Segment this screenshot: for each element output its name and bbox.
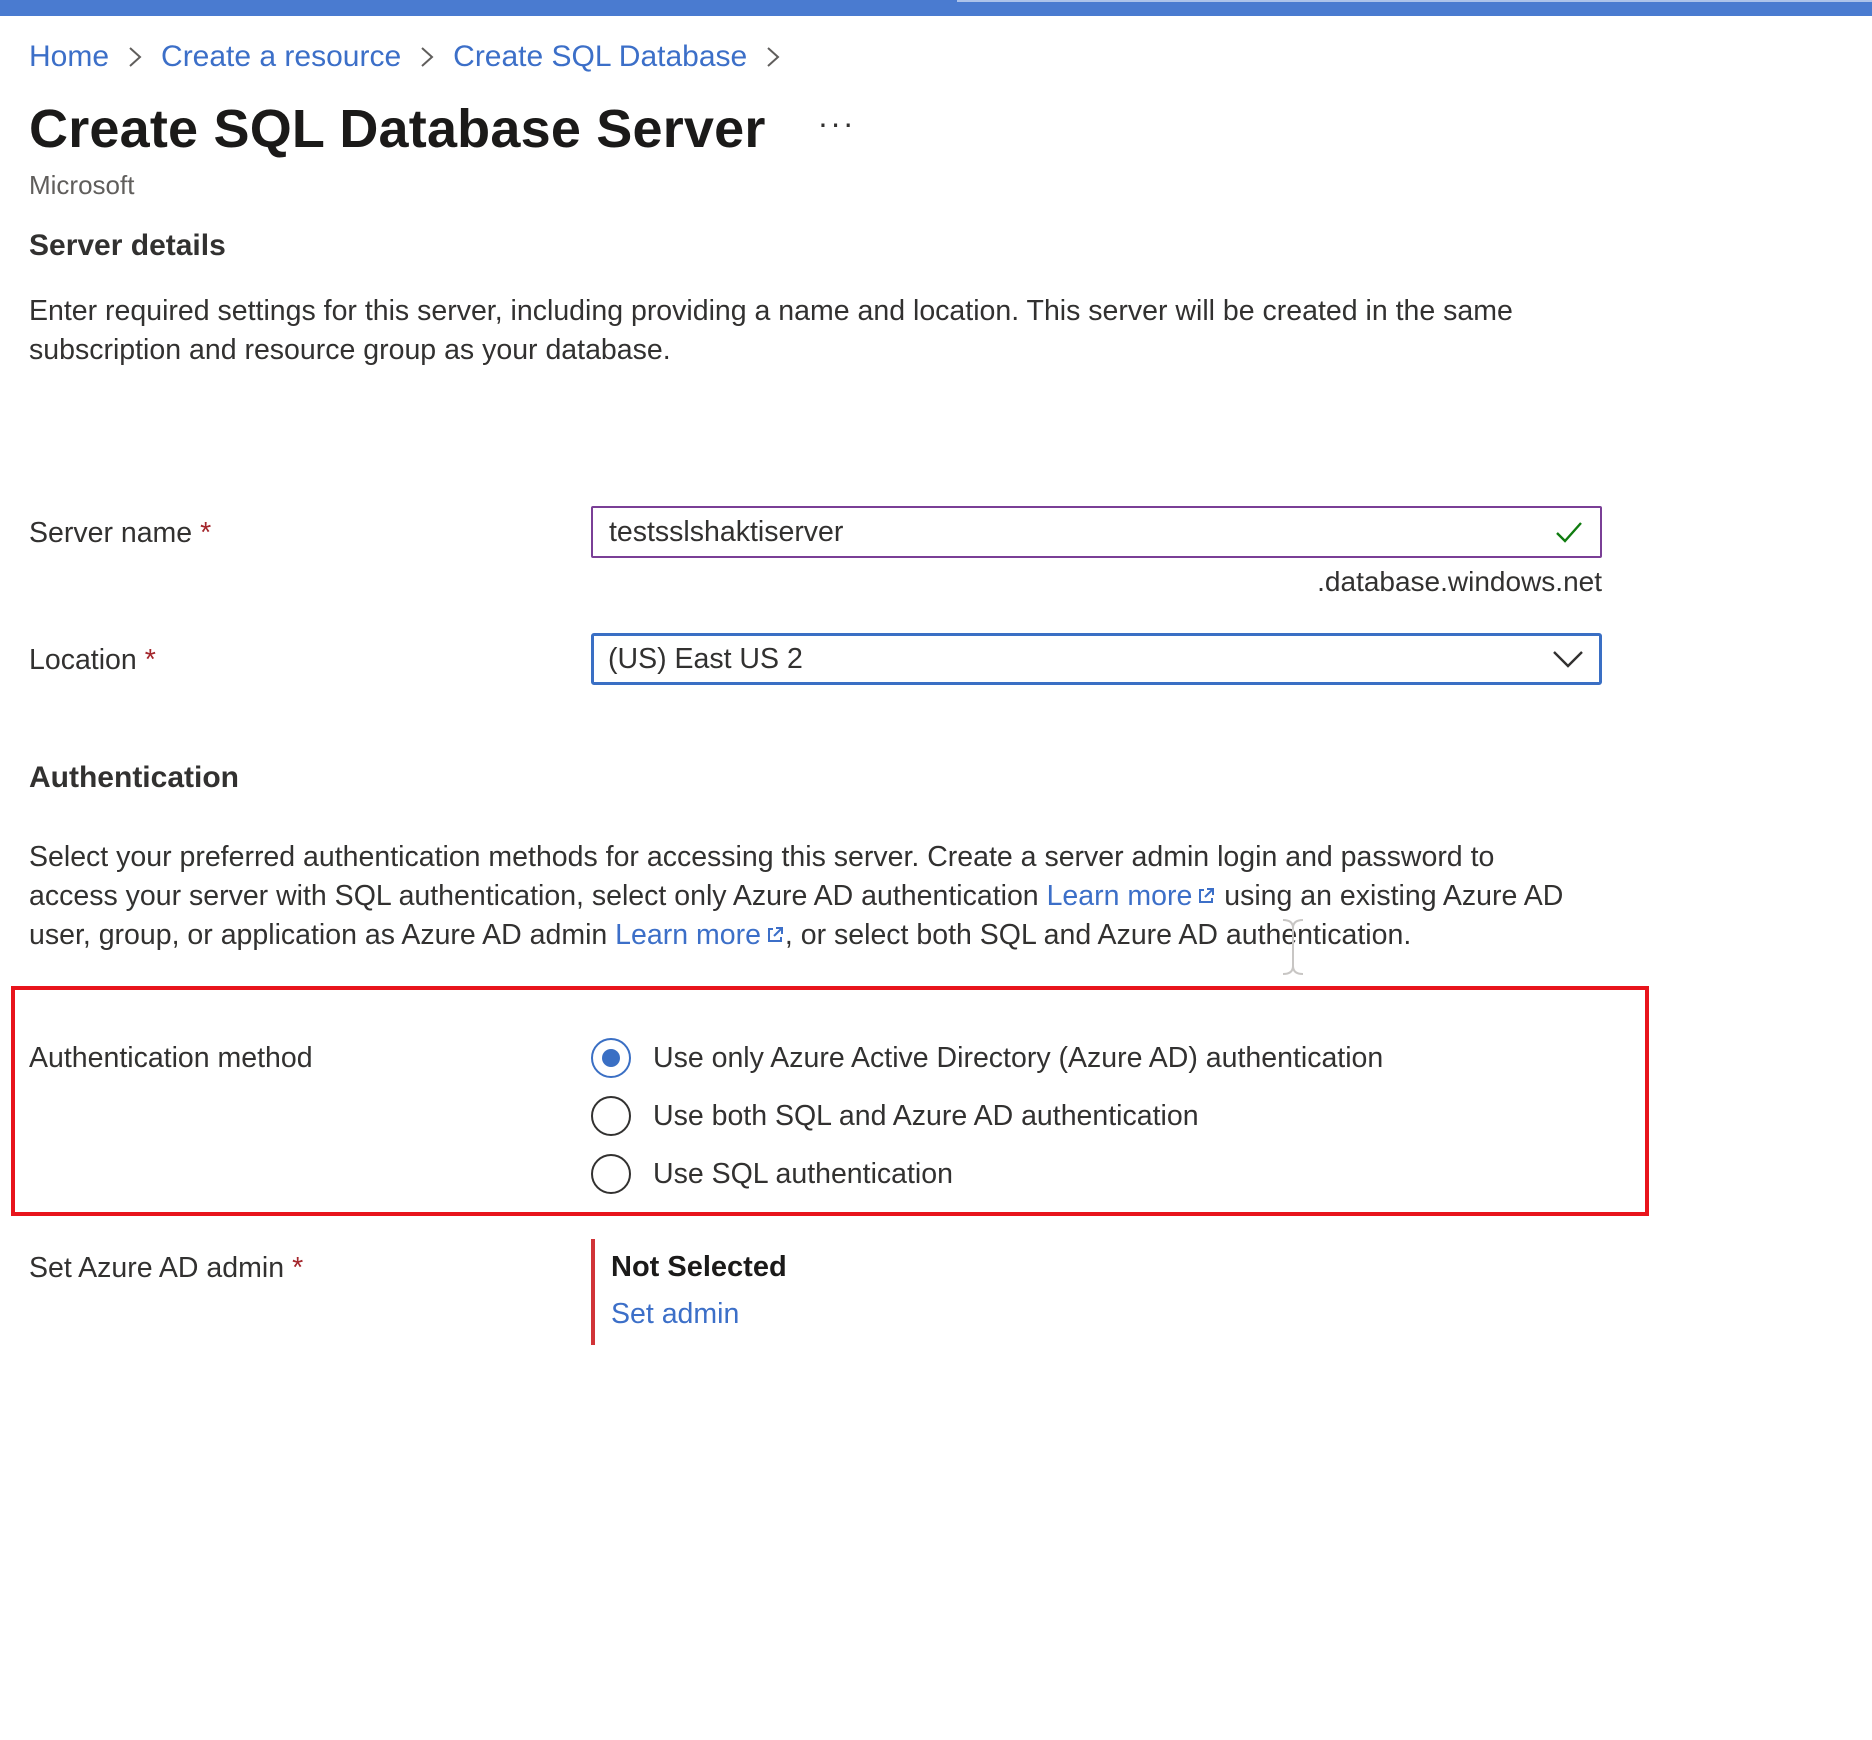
server-details-description: Enter required settings for this server,… bbox=[29, 295, 1513, 366]
radio-sql-only[interactable]: Use SQL authentication bbox=[591, 1145, 1383, 1203]
learn-more-1-text: Learn more bbox=[1046, 880, 1193, 912]
chevron-right-icon bbox=[401, 46, 453, 68]
authentication-description: Select your preferred authentication met… bbox=[29, 838, 1589, 955]
breadcrumb-home[interactable]: Home bbox=[29, 40, 109, 74]
chevron-right-icon bbox=[109, 46, 161, 68]
breadcrumb-create-resource[interactable]: Create a resource bbox=[161, 40, 401, 74]
admin-status-text: Not Selected bbox=[611, 1251, 787, 1283]
azure-ad-admin-label-text: Set Azure AD admin bbox=[29, 1252, 285, 1284]
auth-desc-part3: , or select both SQL and Azure AD authen… bbox=[784, 919, 1412, 951]
server-name-label-text: Server name bbox=[29, 517, 193, 549]
required-mark: * bbox=[200, 517, 212, 549]
server-name-input[interactable]: testsslshaktiserver bbox=[591, 506, 1602, 558]
location-label: Location * bbox=[29, 644, 156, 677]
create-server-blade: Home Create a resource Create SQL Databa… bbox=[11, 0, 1872, 1740]
location-select[interactable]: (US) East US 2 bbox=[591, 633, 1602, 685]
external-link-icon bbox=[1199, 888, 1215, 903]
authentication-method-radio-group: Use only Azure Active Directory (Azure A… bbox=[591, 1029, 1383, 1203]
azure-ad-admin-label: Set Azure AD admin * bbox=[29, 1252, 303, 1285]
learn-more-link-1[interactable]: Learn more bbox=[1047, 880, 1217, 912]
radio-button[interactable] bbox=[591, 1096, 631, 1136]
more-options-button[interactable]: ··· bbox=[818, 105, 856, 142]
location-value: (US) East US 2 bbox=[608, 642, 803, 675]
server-details-heading: Server details bbox=[29, 229, 226, 262]
radio-label-sql-only: Use SQL authentication bbox=[653, 1157, 953, 1190]
radio-label-sql-and-azure-ad: Use both SQL and Azure AD authentication bbox=[653, 1099, 1199, 1132]
breadcrumb-create-sql-database[interactable]: Create SQL Database bbox=[453, 40, 747, 74]
breadcrumb: Home Create a resource Create SQL Databa… bbox=[29, 40, 799, 74]
set-admin-link[interactable]: Set admin bbox=[611, 1298, 787, 1331]
radio-label-azure-ad-only: Use only Azure Active Directory (Azure A… bbox=[653, 1041, 1384, 1074]
title-row: Create SQL Database Server ··· bbox=[29, 98, 856, 160]
azure-ad-admin-field: Not Selected Set admin bbox=[591, 1239, 787, 1345]
server-name-value: testsslshaktiserver bbox=[609, 515, 844, 548]
radio-button[interactable] bbox=[591, 1154, 631, 1194]
chevron-down-icon bbox=[1553, 651, 1583, 668]
server-name-suffix: .database.windows.net bbox=[1317, 566, 1602, 597]
authentication-method-label: Authentication method bbox=[29, 1042, 313, 1074]
radio-sql-and-azure-ad[interactable]: Use both SQL and Azure AD authentication bbox=[591, 1087, 1383, 1145]
page-title: Create SQL Database Server bbox=[29, 99, 766, 159]
location-label-text: Location bbox=[29, 644, 137, 676]
text-cursor-icon bbox=[1282, 919, 1304, 975]
radio-azure-ad-only[interactable]: Use only Azure Active Directory (Azure A… bbox=[591, 1029, 1383, 1087]
chevron-right-icon bbox=[747, 46, 799, 68]
required-mark: * bbox=[292, 1252, 304, 1284]
external-link-icon bbox=[767, 927, 783, 942]
server-name-label: Server name * bbox=[29, 517, 211, 550]
authentication-heading: Authentication bbox=[29, 761, 239, 794]
radio-button-checked[interactable] bbox=[591, 1038, 631, 1078]
check-icon bbox=[1556, 522, 1582, 543]
learn-more-link-2[interactable]: Learn more bbox=[615, 919, 785, 951]
required-mark: * bbox=[144, 644, 156, 676]
publisher-label: Microsoft bbox=[29, 170, 135, 200]
learn-more-2-text: Learn more bbox=[615, 919, 761, 951]
